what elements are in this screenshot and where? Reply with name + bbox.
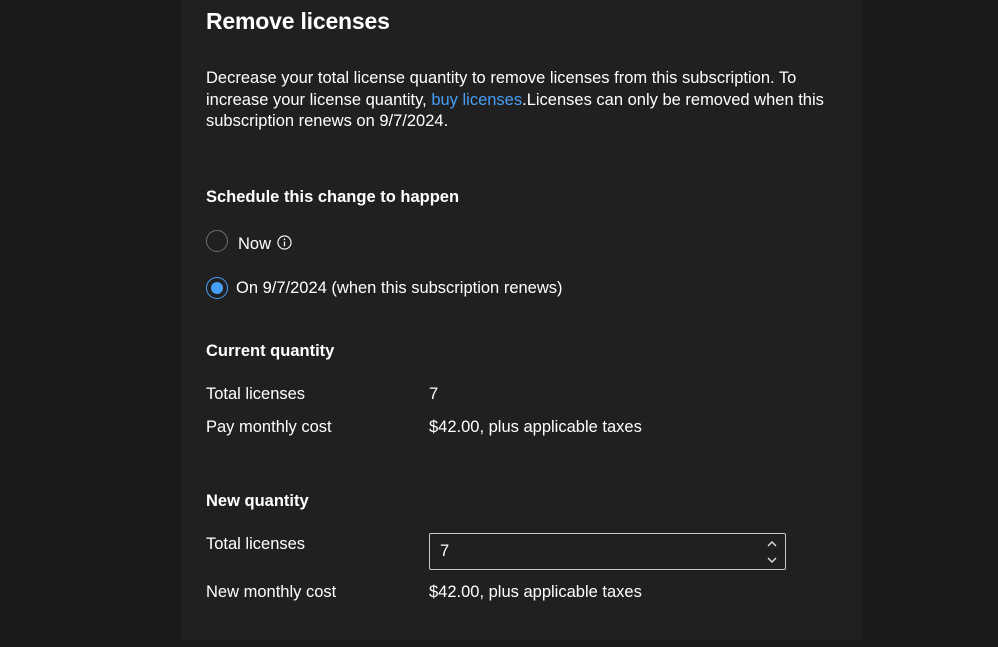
new-monthly-cost-label: New monthly cost xyxy=(206,583,337,601)
quantity-stepper[interactable] xyxy=(429,533,786,570)
current-quantity-heading: Current quantity xyxy=(206,342,335,360)
description: Decrease your total license quantity to … xyxy=(206,68,856,133)
chevron-up-icon xyxy=(767,541,777,547)
page-title: Remove licenses xyxy=(206,8,390,34)
pay-monthly-cost-label: Pay monthly cost xyxy=(206,418,332,436)
new-quantity-heading: New quantity xyxy=(206,492,309,510)
buy-licenses-link[interactable]: buy licenses xyxy=(431,91,522,109)
current-total-licenses-value: 7 xyxy=(429,385,439,403)
page: Remove licenses Decrease your total lice… xyxy=(0,0,998,647)
radio-on-renewal-label[interactable]: On 9/7/2024 (when this subscription rene… xyxy=(236,279,563,298)
decrement-button[interactable] xyxy=(763,552,781,568)
radio-now-label[interactable]: Now xyxy=(238,235,271,254)
new-monthly-cost-value: $42.00, plus applicable taxes xyxy=(429,583,642,601)
chevron-down-icon xyxy=(767,557,777,563)
increment-button[interactable] xyxy=(763,536,781,552)
schedule-heading: Schedule this change to happen xyxy=(206,188,460,206)
current-total-licenses-label: Total licenses xyxy=(206,385,306,403)
radio-on-renewal[interactable] xyxy=(206,277,228,299)
new-total-licenses-input[interactable] xyxy=(430,534,750,569)
radio-now[interactable] xyxy=(206,230,228,252)
info-icon[interactable] xyxy=(277,235,292,250)
new-total-licenses-label: Total licenses xyxy=(206,535,306,553)
pay-monthly-cost-value: $42.00, plus applicable taxes xyxy=(429,418,642,436)
